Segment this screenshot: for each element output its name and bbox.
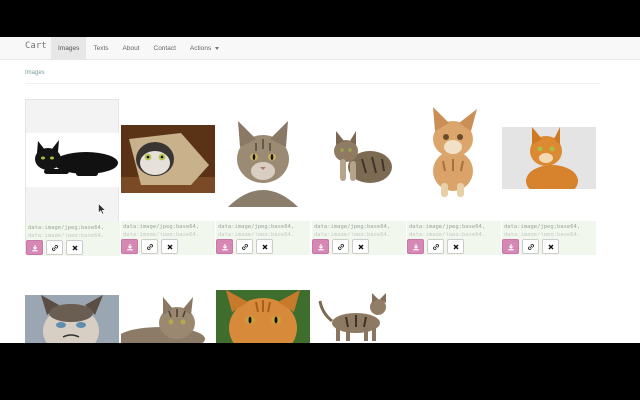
link-button[interactable]	[141, 239, 158, 254]
remove-button[interactable]	[542, 239, 559, 254]
image-card[interactable]	[312, 265, 406, 343]
app-viewport: Cart Images Texts About Contact Actions …	[0, 37, 640, 343]
image-thumbnail[interactable]	[216, 290, 310, 343]
nav-label: Texts	[93, 45, 109, 52]
data-uri-text: data:image/jpeg;base64,	[314, 232, 391, 236]
image-thumbnail[interactable]	[121, 295, 215, 343]
download-icon	[31, 244, 38, 251]
close-icon	[358, 244, 363, 249]
close-icon	[72, 245, 77, 250]
orange-cat-image	[502, 127, 596, 189]
image-thumbnail[interactable]	[312, 293, 406, 343]
link-icon	[241, 243, 248, 250]
caret-down-icon	[215, 47, 220, 50]
link-button[interactable]	[427, 239, 444, 254]
download-button[interactable]	[502, 239, 519, 254]
image-thumbnail[interactable]	[312, 129, 406, 189]
remove-button[interactable]	[352, 239, 369, 254]
download-button[interactable]	[216, 239, 233, 254]
mouse-pointer-icon	[98, 203, 106, 215]
tabby-portrait-image	[216, 113, 310, 207]
tabby-sitting-image	[312, 129, 406, 189]
card-actions	[121, 239, 178, 254]
download-icon	[412, 243, 419, 250]
nav-label: About	[122, 45, 140, 52]
close-icon	[548, 244, 553, 249]
data-uri-text: data:image/jpeg;base64,	[409, 232, 486, 236]
data-uri-text: data:image/jpeg;base64,	[123, 232, 200, 236]
card-actions	[26, 240, 83, 255]
nav-item-contact[interactable]: Contact	[147, 37, 183, 60]
close-icon	[453, 244, 458, 249]
close-icon	[167, 244, 172, 249]
image-thumbnail[interactable]	[216, 113, 310, 207]
nav-item-images[interactable]: Images	[51, 37, 87, 60]
image-card[interactable]	[121, 265, 215, 343]
image-thumbnail[interactable]	[121, 125, 215, 193]
nav-item-about[interactable]: About	[116, 37, 147, 60]
download-button[interactable]	[407, 239, 424, 254]
card-actions	[312, 239, 369, 254]
grumpy-cat-image	[25, 295, 119, 343]
link-icon	[527, 243, 534, 250]
data-uri-text: data:image/jpeg;base64,	[28, 233, 105, 237]
link-button[interactable]	[236, 239, 253, 254]
nav-label: Images	[58, 45, 80, 52]
nav-item-actions-dropdown[interactable]: Actions	[183, 37, 226, 60]
remove-button[interactable]	[161, 239, 178, 254]
orange-cat-closeup-image	[216, 290, 310, 343]
breadcrumb: Images	[25, 70, 45, 76]
remove-button[interactable]	[256, 239, 273, 254]
link-button[interactable]	[332, 239, 349, 254]
download-icon	[507, 243, 514, 250]
link-icon	[51, 244, 58, 251]
image-card[interactable]: data:image/jpeg;base64, data:image/jpeg;…	[502, 99, 596, 255]
data-uri-text: data:image/jpeg;base64,	[504, 232, 581, 236]
brand[interactable]: Cart	[25, 41, 47, 51]
close-icon	[262, 244, 267, 249]
remove-button[interactable]	[66, 240, 83, 255]
download-icon	[126, 243, 133, 250]
image-card[interactable]: data:image/jpeg;base64, data:image/jpeg;…	[407, 99, 501, 255]
image-card[interactable]	[216, 265, 310, 343]
cat-in-bag-image	[121, 125, 215, 193]
image-thumbnail[interactable]	[26, 133, 120, 187]
navbar: Cart Images Texts About Contact Actions	[0, 37, 640, 60]
card-actions	[502, 239, 559, 254]
image-card[interactable]: data:image/jpeg;base64, data:image/jpeg;…	[25, 99, 120, 256]
download-button[interactable]	[121, 239, 138, 254]
download-button[interactable]	[312, 239, 329, 254]
nav-item-texts[interactable]: Texts	[86, 37, 115, 60]
link-button[interactable]	[522, 239, 539, 254]
black-cat-image	[26, 133, 120, 187]
download-button[interactable]	[26, 240, 43, 255]
tabby-standing-image	[312, 293, 406, 343]
link-icon	[146, 243, 153, 250]
image-card[interactable]: data:image/jpeg;base64, data:image/jpeg;…	[121, 99, 215, 255]
download-icon	[221, 243, 228, 250]
image-card[interactable]	[25, 265, 119, 343]
link-button[interactable]	[46, 240, 63, 255]
divider	[25, 83, 600, 84]
nav-label: Actions	[189, 45, 212, 52]
nav-menu: Images Texts About Contact Actions	[51, 37, 226, 60]
data-uri-text: data:image/jpeg;base64,	[218, 232, 295, 236]
tabby-lying-image	[121, 295, 215, 343]
link-icon	[432, 243, 439, 250]
link-icon	[337, 243, 344, 250]
download-icon	[317, 243, 324, 250]
image-thumbnail[interactable]	[502, 127, 596, 189]
image-thumbnail[interactable]	[25, 295, 119, 343]
remove-button[interactable]	[447, 239, 464, 254]
card-actions	[216, 239, 273, 254]
card-actions	[407, 239, 464, 254]
image-card[interactable]: data:image/jpeg;base64, data:image/jpeg;…	[216, 99, 310, 255]
image-card[interactable]: data:image/jpeg;base64, data:image/jpeg;…	[312, 99, 406, 255]
nav-label: Contact	[153, 45, 176, 52]
ginger-kitten-image	[407, 101, 501, 201]
image-thumbnail[interactable]	[407, 101, 501, 201]
